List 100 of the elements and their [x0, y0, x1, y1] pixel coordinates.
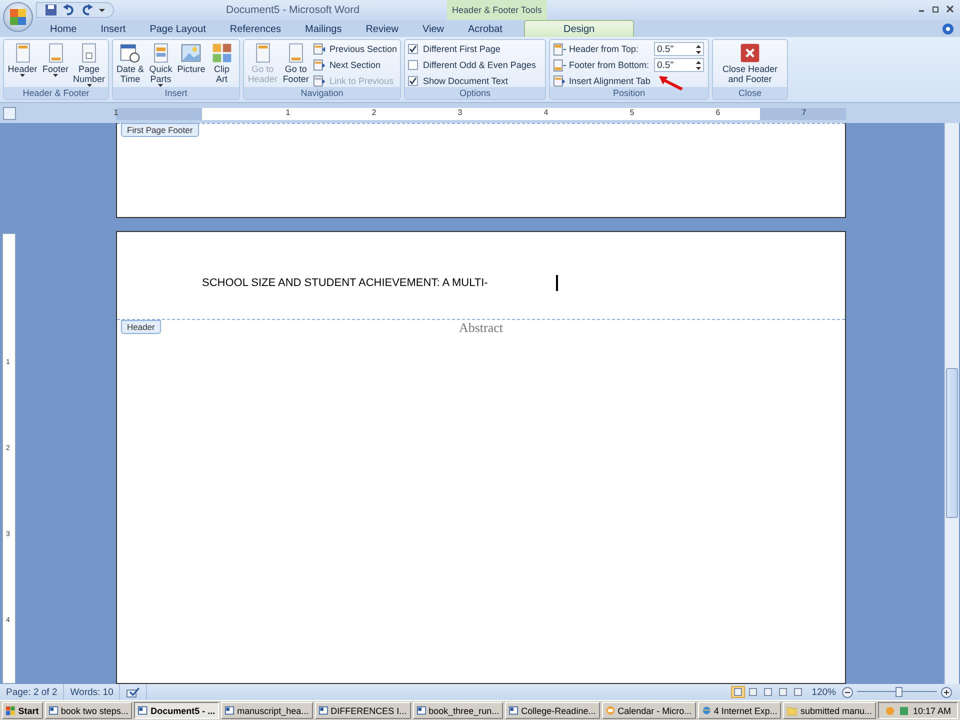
taskbar-button[interactable]: DIFFERENCES I...	[314, 702, 411, 719]
spin-arrows-icon	[696, 60, 701, 70]
ribbon-button[interactable]: Header	[7, 42, 38, 77]
redo-icon[interactable]	[81, 4, 93, 16]
group-label: Close	[713, 87, 787, 99]
folder-icon	[787, 706, 798, 716]
ribbon-tab[interactable]: References	[218, 20, 294, 37]
checkbox[interactable]	[408, 60, 418, 70]
ruler-number: 1	[286, 108, 290, 117]
taskbar-button[interactable]: manuscript_hea...	[221, 702, 313, 719]
taskbar-button[interactable]: book two steps...	[44, 702, 132, 719]
ribbon-tab[interactable]: View	[410, 20, 456, 37]
ribbon-tab[interactable]: Design	[524, 20, 634, 37]
zoom-level[interactable]: 120%	[812, 686, 836, 698]
previous-section-icon	[313, 42, 326, 56]
document-icon	[318, 705, 328, 716]
start-button[interactable]: Start	[2, 702, 43, 719]
undo-icon[interactable]	[63, 4, 75, 16]
checkmark-icon	[409, 45, 417, 53]
ruler-number: 3	[458, 108, 462, 117]
ribbon-button[interactable]: Go to Footer	[280, 42, 312, 84]
zoom-in-icon[interactable]	[941, 686, 952, 698]
ribbon-button[interactable]: Clip Art	[208, 42, 236, 84]
spin-field[interactable]: 0.5"	[654, 42, 704, 56]
landscape-picture-icon	[180, 42, 202, 64]
ribbon-button[interactable]: Insert Alignment Tab	[553, 74, 704, 88]
group-label: Insert	[113, 87, 239, 99]
ribbon-tab[interactable]: Acrobat	[456, 20, 514, 37]
ribbon-button[interactable]: Page Number	[73, 42, 105, 87]
proofing-check-icon[interactable]	[126, 686, 140, 698]
document-icon	[509, 705, 518, 716]
ribbon-tab[interactable]: Insert	[88, 20, 138, 37]
windows-flag-icon	[6, 706, 16, 716]
next-section-icon	[313, 58, 326, 72]
help-icon[interactable]	[942, 23, 954, 35]
ribbon-button[interactable]: Picture	[177, 42, 206, 74]
ribbon-button[interactable]: Close Header and Footer	[716, 42, 784, 84]
group-label: Header & Footer	[4, 87, 108, 99]
document-icon	[138, 705, 148, 716]
ribbon-tab[interactable]: Mailings	[293, 20, 354, 37]
tray-icon[interactable]	[898, 706, 909, 716]
field-label: Footer from Bottom:	[569, 60, 650, 70]
checkbox[interactable]	[408, 76, 418, 86]
close-icon	[739, 42, 761, 64]
ribbon-button[interactable]: Quick Parts	[146, 42, 175, 87]
tab-selector[interactable]	[3, 107, 16, 120]
ruler-number: 4	[544, 108, 548, 117]
clock: 10:17 AM	[912, 706, 952, 716]
alignment-tab-icon	[553, 74, 566, 88]
taskbar-button[interactable]: submitted manu...	[783, 702, 876, 719]
body-text: Abstract	[458, 320, 504, 336]
restore-icon[interactable]	[932, 5, 940, 13]
scroll-thumb[interactable]	[946, 368, 958, 518]
ribbon-button[interactable]: Previous Section	[313, 42, 397, 56]
envelope-icon	[606, 705, 615, 716]
header-position-icon	[553, 42, 566, 56]
save-icon[interactable]	[45, 4, 57, 16]
footer-position-icon	[553, 58, 566, 72]
calendar-clock-icon	[119, 42, 142, 64]
view-button[interactable]	[730, 686, 745, 698]
document-icon	[225, 705, 234, 716]
taskbar-button[interactable]: 4 Internet Exp...	[698, 702, 782, 719]
ruler-number: 2	[372, 108, 376, 117]
spin-field[interactable]: 0.5"	[654, 58, 704, 72]
checkbox[interactable]	[408, 44, 418, 54]
taskbar-button[interactable]: Calendar - Micro...	[602, 702, 696, 719]
footer-tag: First Page Footer	[121, 123, 199, 137]
zoom-out-icon[interactable]	[842, 686, 853, 698]
taskbar-button[interactable]: Document5 - ...	[134, 702, 220, 719]
globe-icon	[702, 705, 711, 716]
header-tag: Header	[121, 320, 161, 334]
contextual-tab-label: Header & Footer Tools	[447, 0, 547, 20]
group-label: Navigation	[244, 87, 400, 99]
field-label: Header from Top:	[569, 44, 640, 54]
taskbar-button[interactable]: book_three_run...	[412, 702, 504, 719]
ruler-number: 6	[716, 108, 720, 117]
zoom-thumb[interactable]	[895, 687, 902, 697]
window-title: Document5 - Microsoft Word	[226, 4, 360, 16]
ribbon-button[interactable]: Footer	[40, 42, 71, 77]
ribbon-button[interactable]: Date & Time	[116, 42, 144, 84]
arrow-drawing	[658, 75, 684, 91]
header-text: SCHOOL SIZE AND STUDENT ACHIEVEMENT: A MULTI-	[202, 276, 488, 289]
group-label: Position	[550, 87, 708, 99]
spin-arrows-icon	[696, 44, 701, 54]
ribbon-button[interactable]: Next Section	[313, 58, 397, 72]
ruler-number: 1	[114, 108, 118, 117]
scrollbar[interactable]	[944, 123, 959, 684]
ribbon-tab[interactable]: Review	[354, 20, 410, 37]
group-label: Options	[405, 87, 545, 99]
ribbon-tab[interactable]: Home	[38, 20, 89, 37]
close-icon[interactable]	[946, 5, 954, 13]
checkmark-icon	[409, 77, 417, 85]
ribbon-tab[interactable]: Page Layout	[138, 20, 218, 37]
customize-caret-icon[interactable]	[99, 7, 105, 13]
text-cursor	[556, 274, 558, 291]
clip-art-icon	[210, 42, 233, 64]
office-logo-icon	[9, 8, 27, 26]
checkbox-label: Different Odd & Even Pages	[423, 60, 536, 70]
ruler-number: 7	[802, 108, 806, 117]
taskbar-button[interactable]: College-Readine...	[505, 702, 600, 719]
